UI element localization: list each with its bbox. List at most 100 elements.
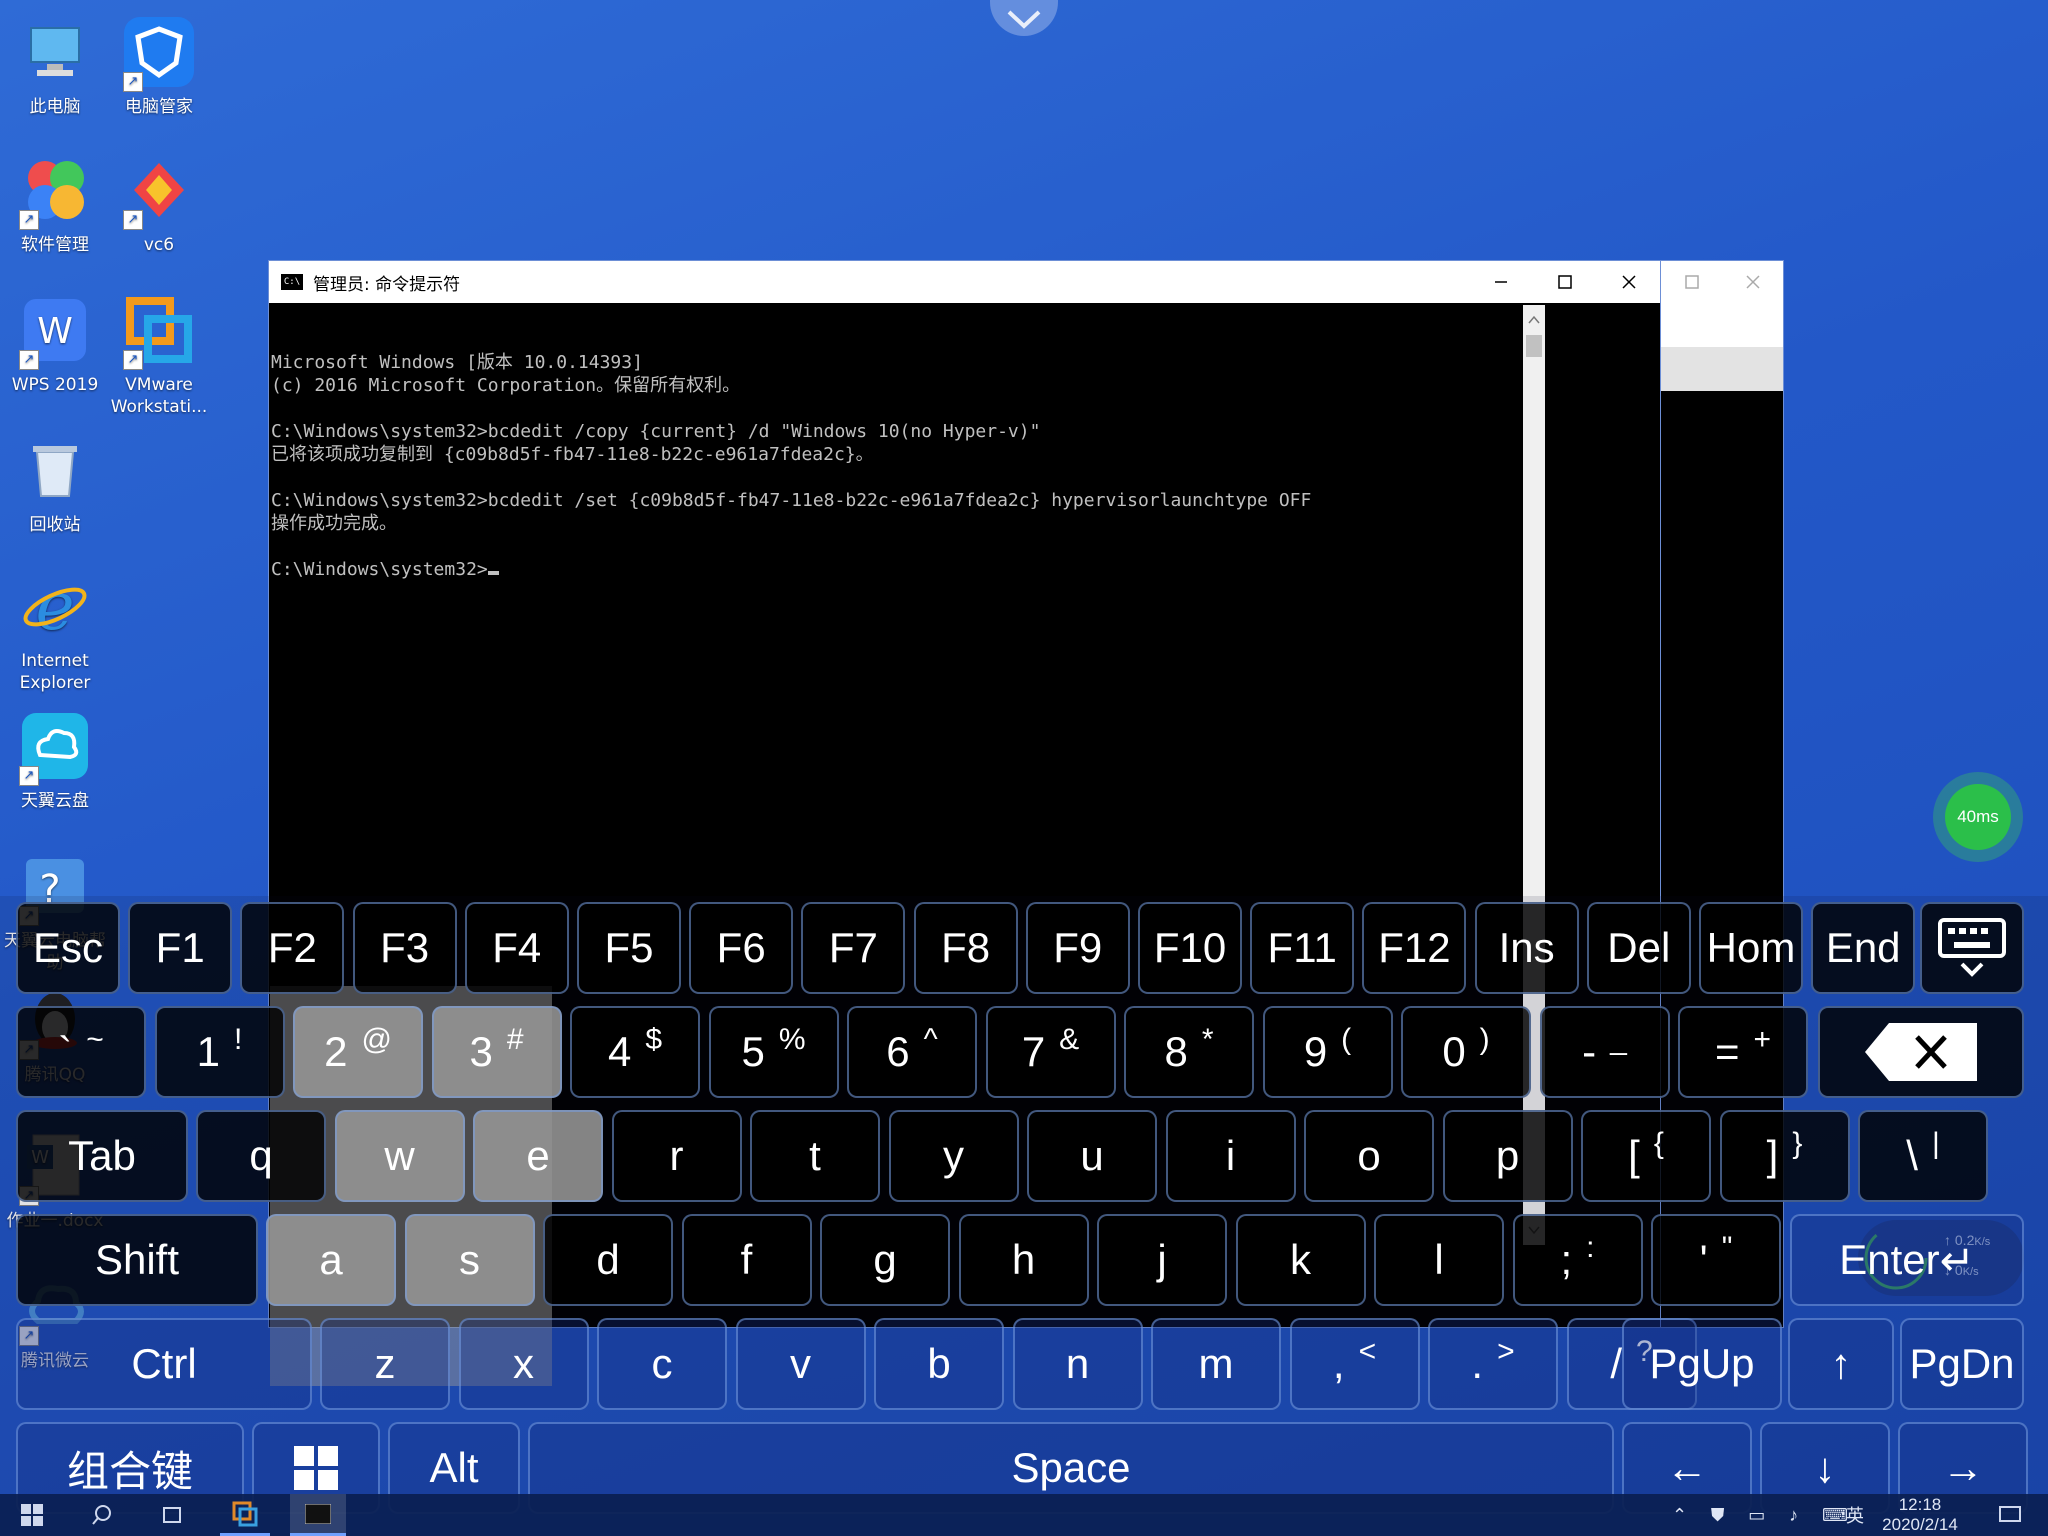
close-button[interactable] [1597, 261, 1661, 303]
chevron-up-icon[interactable]: ⌃ [1672, 1505, 1687, 1526]
maximize-icon[interactable] [1684, 274, 1700, 290]
key-row4[interactable]: k [1235, 1214, 1366, 1306]
key-f2[interactable]: F2 [240, 902, 345, 994]
key-f11[interactable]: F11 [1250, 902, 1355, 994]
key-f10[interactable]: F10 [1138, 902, 1242, 994]
desktop-icon[interactable]: ↗ 软件管理 [0, 150, 110, 256]
notification-button[interactable] [1988, 1494, 2032, 1536]
key-row3[interactable]: r [611, 1110, 742, 1202]
key-row3[interactable]: w [334, 1110, 465, 1202]
maximize-button[interactable] [1533, 261, 1597, 303]
system-tray[interactable]: ⌃ ⛊ ▭ ♪ ⌨ [1660, 1494, 1860, 1536]
key-row3[interactable]: u [1027, 1110, 1157, 1202]
key-row4[interactable]: j [1097, 1214, 1227, 1306]
desktop-icon[interactable]: e Internet Explorer [0, 566, 110, 694]
minimize-button[interactable] [1469, 261, 1533, 303]
key-row5[interactable]: , < [1289, 1318, 1420, 1410]
key-row4[interactable]: g [820, 1214, 950, 1306]
key-row3[interactable]: q [196, 1110, 326, 1202]
key-row2[interactable]: 2 @ [293, 1006, 423, 1098]
key-f8[interactable]: F8 [913, 902, 1018, 994]
start-button[interactable] [10, 1494, 54, 1536]
ctrl-key[interactable]: Ctrl [16, 1318, 312, 1410]
key-row2[interactable]: ` ~ [16, 1006, 146, 1098]
desktop-icon[interactable]: ↗ vc6 [104, 150, 214, 256]
key-row2[interactable]: 5% [708, 1006, 839, 1098]
keyboard-hide-button[interactable] [1920, 902, 2024, 994]
key-row5[interactable]: b [874, 1318, 1004, 1410]
task-view-button[interactable] [150, 1494, 194, 1536]
key-del[interactable]: Del [1586, 902, 1691, 994]
key-f7[interactable]: F7 [801, 902, 906, 994]
desktop-icon[interactable]: ↗ 天翼云盘 [0, 706, 110, 812]
key-row3[interactable]: e [473, 1110, 603, 1202]
latency-indicator[interactable]: 40ms [1933, 772, 2023, 862]
key-f1[interactable]: F1 [128, 902, 233, 994]
scroll-thumb[interactable] [1526, 335, 1542, 357]
key-f9[interactable]: F9 [1025, 902, 1130, 994]
key-row5[interactable]: m [1151, 1318, 1281, 1410]
backspace-button[interactable] [1818, 1006, 2024, 1098]
desktop-icon[interactable]: 回收站 [0, 430, 110, 536]
desktop-icon[interactable]: 此电脑 [0, 12, 110, 118]
key-row2[interactable]: 4 $ [570, 1006, 700, 1098]
key-hom[interactable]: Hom [1699, 902, 1803, 994]
search-button[interactable] [80, 1494, 124, 1536]
up-arrow-key[interactable]: ↑ [1788, 1318, 1894, 1410]
key-row4[interactable]: ' " [1651, 1214, 1781, 1306]
key-row3[interactable]: i [1165, 1110, 1296, 1202]
cmd-title-bar[interactable]: C:\ 管理员: 命令提示符 [269, 261, 1661, 303]
key-f12[interactable]: F12 [1362, 902, 1467, 994]
key-row3[interactable]: o [1304, 1110, 1434, 1202]
key-ins[interactable]: Ins [1474, 902, 1579, 994]
enter-key[interactable]: Enter ↵ [1790, 1214, 2024, 1306]
key-row4[interactable]: d [543, 1214, 673, 1306]
key-f5[interactable]: F5 [577, 902, 681, 994]
key-row3[interactable]: \ | [1858, 1110, 1988, 1202]
key-row5[interactable]: x [458, 1318, 589, 1410]
taskbar-app-vmware[interactable] [220, 1494, 270, 1536]
key-row3[interactable]: t [750, 1110, 880, 1202]
desktop-icon[interactable]: ↗ VMware Workstati... [104, 290, 214, 418]
pgdn-key[interactable]: PgDn [1900, 1318, 2024, 1410]
desktop-icon[interactable]: ↗ 电脑管家 [104, 12, 214, 118]
ime-indicator[interactable]: 英 [1840, 1494, 1870, 1536]
key-row5[interactable]: c [597, 1318, 727, 1410]
tab-key[interactable]: Tab [16, 1110, 188, 1202]
key-row4[interactable]: ;: [1512, 1214, 1643, 1306]
key-row2[interactable]: 6 ^ [847, 1006, 977, 1098]
key-row2[interactable]: 7 & [985, 1006, 1116, 1098]
network-icon[interactable]: ▭ [1748, 1505, 1765, 1526]
key-row4[interactable]: l [1374, 1214, 1504, 1306]
key-row2[interactable]: = + [1678, 1006, 1808, 1098]
key-row5[interactable]: z [320, 1318, 450, 1410]
close-icon[interactable] [1745, 274, 1761, 290]
key-row2[interactable]: 1! [154, 1006, 285, 1098]
desktop-icon[interactable]: W ↗ WPS 2019 [0, 290, 110, 396]
key-row3[interactable]: [{ [1581, 1110, 1711, 1202]
key-row5[interactable]: . > [1428, 1318, 1558, 1410]
key-row4[interactable]: s [404, 1214, 535, 1306]
key-f4[interactable]: F4 [464, 902, 569, 994]
key-row3[interactable]: ]} [1719, 1110, 1850, 1202]
key-row4[interactable]: a [266, 1214, 396, 1306]
background-window-title-bar[interactable] [1661, 261, 1783, 303]
taskbar-app-cmd[interactable] [290, 1494, 346, 1536]
toolbar-pull-tab[interactable] [990, 0, 1058, 36]
key-row4[interactable]: f [681, 1214, 812, 1306]
key-row4[interactable]: h [958, 1214, 1089, 1306]
key-row2[interactable]: - _ [1539, 1006, 1670, 1098]
key-end[interactable]: End [1811, 902, 1916, 994]
key-row2[interactable]: 9( [1262, 1006, 1393, 1098]
shield-icon[interactable]: ⛊ [1711, 1505, 1725, 1526]
key-row2[interactable]: 8 * [1124, 1006, 1254, 1098]
key-row2[interactable]: 0) [1401, 1006, 1531, 1098]
key-f3[interactable]: F3 [352, 902, 457, 994]
clock[interactable]: 12:18 2020/2/14 [1872, 1494, 1968, 1536]
pgup-key[interactable]: PgUp [1622, 1318, 1782, 1410]
key-f6[interactable]: F6 [689, 902, 794, 994]
key-esc[interactable]: Esc [16, 902, 120, 994]
key-row2[interactable]: 3 # [431, 1006, 562, 1098]
key-row5[interactable]: n [1012, 1318, 1143, 1410]
shift-key[interactable]: Shift [16, 1214, 258, 1306]
